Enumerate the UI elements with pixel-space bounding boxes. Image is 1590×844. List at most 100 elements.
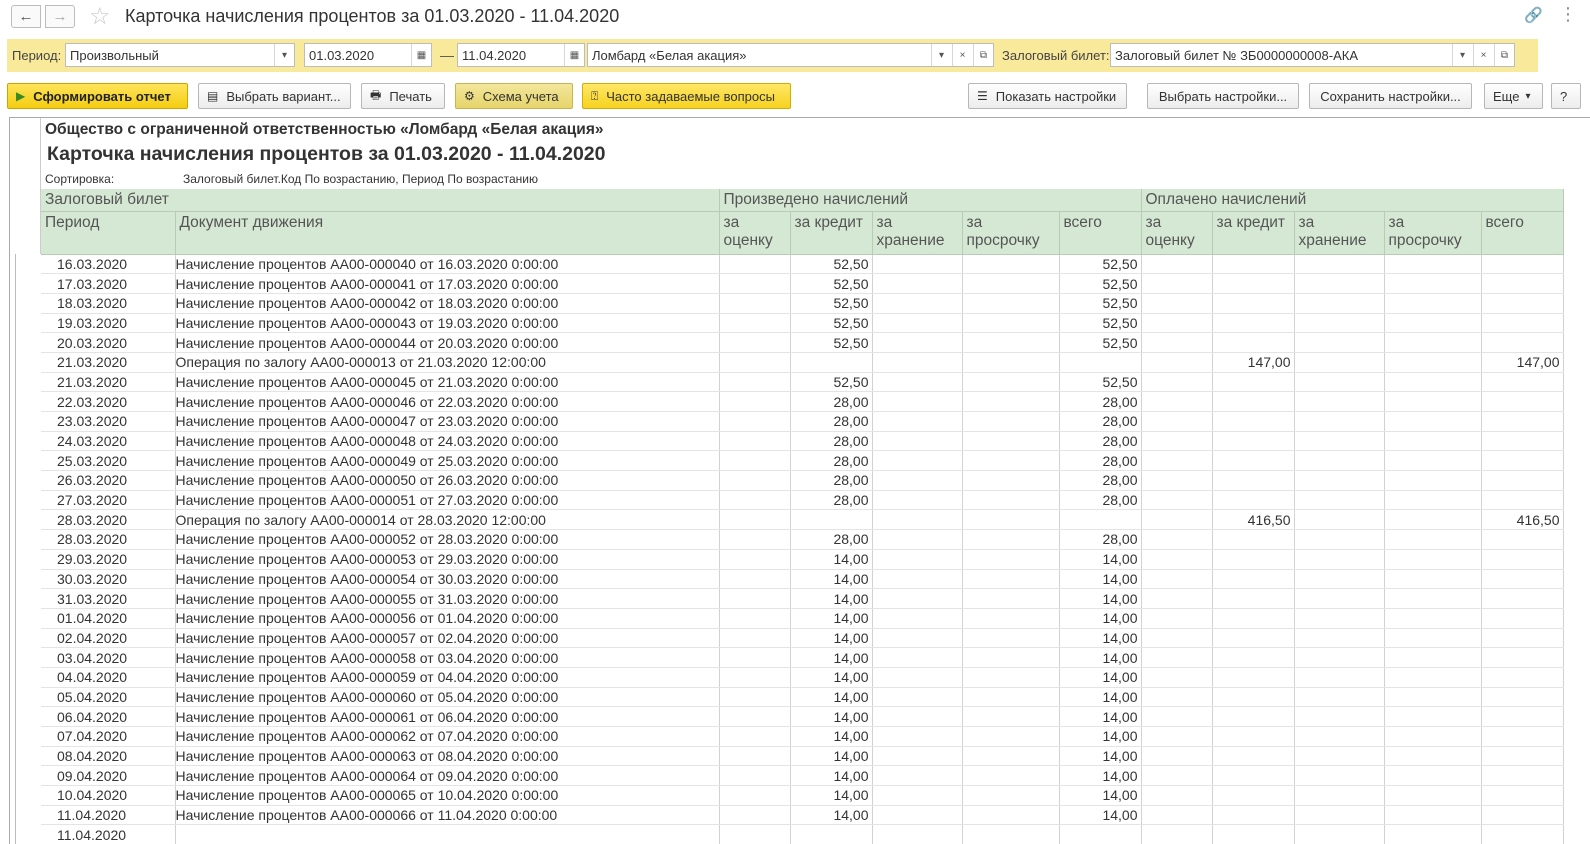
cell-paid-storage [1294,391,1385,412]
organization-field[interactable]: Ломбард «Белая акация» ▾ × ⧉ [587,43,994,67]
more-label: Еще [1493,88,1520,104]
table-row[interactable]: 06.04.2020 Начисление процентов АА00-0000… [41,706,1564,727]
cell-accrued-total [1059,509,1142,531]
more-button[interactable]: Еще ▾ [1484,83,1543,109]
cell-period: 03.04.2020 [41,647,176,668]
cell-paid-credit [1212,372,1295,393]
table-row[interactable]: 03.04.2020 Начисление процентов АА00-0000… [41,647,1564,668]
ticket-field[interactable]: Залоговый билет № ЗБ0000000008-АКА ▾ × ⧉ [1110,43,1515,67]
chevron-down-icon[interactable]: ▾ [1452,44,1472,66]
cell-paid-total [1481,785,1564,806]
table-row[interactable]: 10.04.2020 Начисление процентов АА00-0000… [41,785,1564,806]
table-row[interactable]: 25.03.2020 Начисление процентов АА00-0000… [41,450,1564,472]
calendar-icon[interactable]: ▦ [411,44,431,66]
clear-icon[interactable]: × [952,44,972,66]
cell-paid-total [1481,726,1564,747]
show-settings-button[interactable]: ☰ Показать настройки [968,83,1127,109]
cell-accrued-storage [872,372,963,393]
cell-paid-appraisal [1141,785,1213,806]
cell-document: Начисление процентов АА00-000062 от 07.0… [175,726,720,747]
table-row[interactable]: 04.04.2020 Начисление процентов АА00-0000… [41,667,1564,688]
table-row[interactable]: 27.03.2020 Начисление процентов АА00-0000… [41,490,1564,511]
cell-paid-credit [1212,431,1295,452]
table-row[interactable]: 30.03.2020 Начисление процентов АА00-0000… [41,569,1564,590]
table-row[interactable]: 16.03.2020 Начисление процентов АА00-0000… [41,254,1564,275]
cell-paid-total [1481,470,1564,491]
table-row[interactable]: 11.04.2020 [41,824,1564,844]
cell-period: 11.04.2020 [41,805,176,826]
cell-document: Начисление процентов АА00-000044 от 20.0… [175,332,720,353]
cell-paid-total [1481,805,1564,826]
table-row[interactable]: 31.03.2020 Начисление процентов АА00-0000… [41,588,1564,609]
table-row[interactable]: 28.03.2020 Начисление процентов АА00-0000… [41,529,1564,550]
cell-paid-storage [1294,628,1385,649]
date-to-field[interactable]: 11.04.2020 ▦ [457,43,585,67]
cell-document: Начисление процентов АА00-000046 от 22.0… [175,391,720,412]
print-button[interactable]: 🖶 Печать [361,83,445,109]
table-row[interactable]: 28.03.2020 Операция по залогу АА00-000014… [41,509,1564,531]
cell-accrued-overdue [962,254,1060,275]
choose-variant-button[interactable]: ▤ Выбрать вариант... [198,83,351,109]
calendar-icon[interactable]: ▦ [564,44,584,66]
generate-report-button[interactable]: ▶ Сформировать отчет [7,83,188,109]
report-rows: 16.03.2020 Начисление процентов АА00-0000… [41,254,1564,844]
date-from-field[interactable]: 01.03.2020 ▦ [304,43,432,67]
table-row[interactable]: 07.04.2020 Начисление процентов АА00-0000… [41,726,1564,747]
choose-settings-button[interactable]: Выбрать настройки... [1147,83,1299,109]
table-row[interactable]: 09.04.2020 Начисление процентов АА00-0000… [41,765,1564,787]
table-row[interactable]: 21.03.2020 Операция по залогу АА00-000013… [41,352,1564,373]
table-row[interactable]: 17.03.2020 Начисление процентов АА00-0000… [41,273,1564,294]
cell-accrued-total: 14,00 [1059,726,1142,747]
cell-accrued-overdue [962,785,1060,806]
star-icon[interactable]: ☆ [89,2,111,31]
faq-button[interactable]: ⍰ Часто задаваемые вопросы [582,83,791,109]
clear-icon[interactable]: × [1473,44,1493,66]
save-settings-button[interactable]: Сохранить настройки... [1309,83,1472,109]
table-row[interactable]: 20.03.2020 Начисление процентов АА00-0000… [41,332,1564,353]
table-row[interactable]: 18.03.2020 Начисление процентов АА00-0000… [41,293,1564,314]
table-row[interactable]: 26.03.2020 Начисление процентов АА00-0000… [41,470,1564,491]
cell-paid-storage [1294,431,1385,452]
table-row[interactable]: 02.04.2020 Начисление процентов АА00-0000… [41,628,1564,649]
scheme-button[interactable]: ⚙ Схема учета [455,83,573,109]
table-row[interactable]: 22.03.2020 Начисление процентов АА00-0000… [41,391,1564,412]
cell-document: Начисление процентов АА00-000047 от 23.0… [175,411,720,432]
open-icon[interactable]: ⧉ [973,44,993,66]
table-row[interactable]: 23.03.2020 Начисление процентов АА00-0000… [41,411,1564,432]
cell-period: 16.03.2020 [41,254,176,275]
cell-accrued-total: 28,00 [1059,391,1142,412]
help-button[interactable]: ? [1551,83,1581,109]
cell-accrued-overdue [962,687,1060,708]
chevron-down-icon[interactable]: ▾ [274,44,294,66]
cell-paid-appraisal [1141,765,1213,787]
more-vert-icon[interactable]: ⋮ [1559,4,1577,25]
table-row[interactable]: 01.04.2020 Начисление процентов АА00-0000… [41,608,1564,629]
open-icon[interactable]: ⧉ [1494,44,1514,66]
table-row[interactable]: 11.04.2020 Начисление процентов АА00-0000… [41,805,1564,826]
cell-accrued-storage [872,431,963,452]
window-title: Карточка начисления процентов за 01.03.2… [125,6,620,26]
cell-document: Операция по залогу АА00-000013 от 21.03.… [175,352,720,373]
table-row[interactable]: 05.04.2020 Начисление процентов АА00-0000… [41,687,1564,708]
table-row[interactable]: 08.04.2020 Начисление процентов АА00-0000… [41,746,1564,767]
cell-accrued-appraisal [719,293,791,314]
link-icon[interactable]: 🔗 [1524,6,1543,24]
table-row[interactable]: 29.03.2020 Начисление процентов АА00-0000… [41,549,1564,570]
chevron-down-icon[interactable]: ▾ [931,44,951,66]
table-row[interactable]: 19.03.2020 Начисление процентов АА00-0000… [41,313,1564,334]
cell-paid-overdue [1384,667,1482,688]
cell-paid-credit [1212,588,1295,609]
cell-paid-appraisal [1141,470,1213,491]
report-area[interactable]: Общество с ограниченной ответственностью… [9,117,1590,844]
cell-paid-credit [1212,647,1295,668]
table-row[interactable]: 24.03.2020 Начисление процентов АА00-0000… [41,431,1564,452]
period-select[interactable]: Произвольный ▾ [65,43,295,67]
cell-paid-credit [1212,254,1295,275]
cell-accrued-credit: 14,00 [790,706,873,727]
back-arrow-icon[interactable]: ← [11,5,41,28]
table-row[interactable]: 21.03.2020 Начисление процентов АА00-0000… [41,372,1564,393]
cell-period: 17.03.2020 [41,273,176,294]
cell-paid-storage [1294,647,1385,668]
cell-accrued-overdue [962,470,1060,491]
forward-arrow-icon[interactable]: → [45,5,75,28]
